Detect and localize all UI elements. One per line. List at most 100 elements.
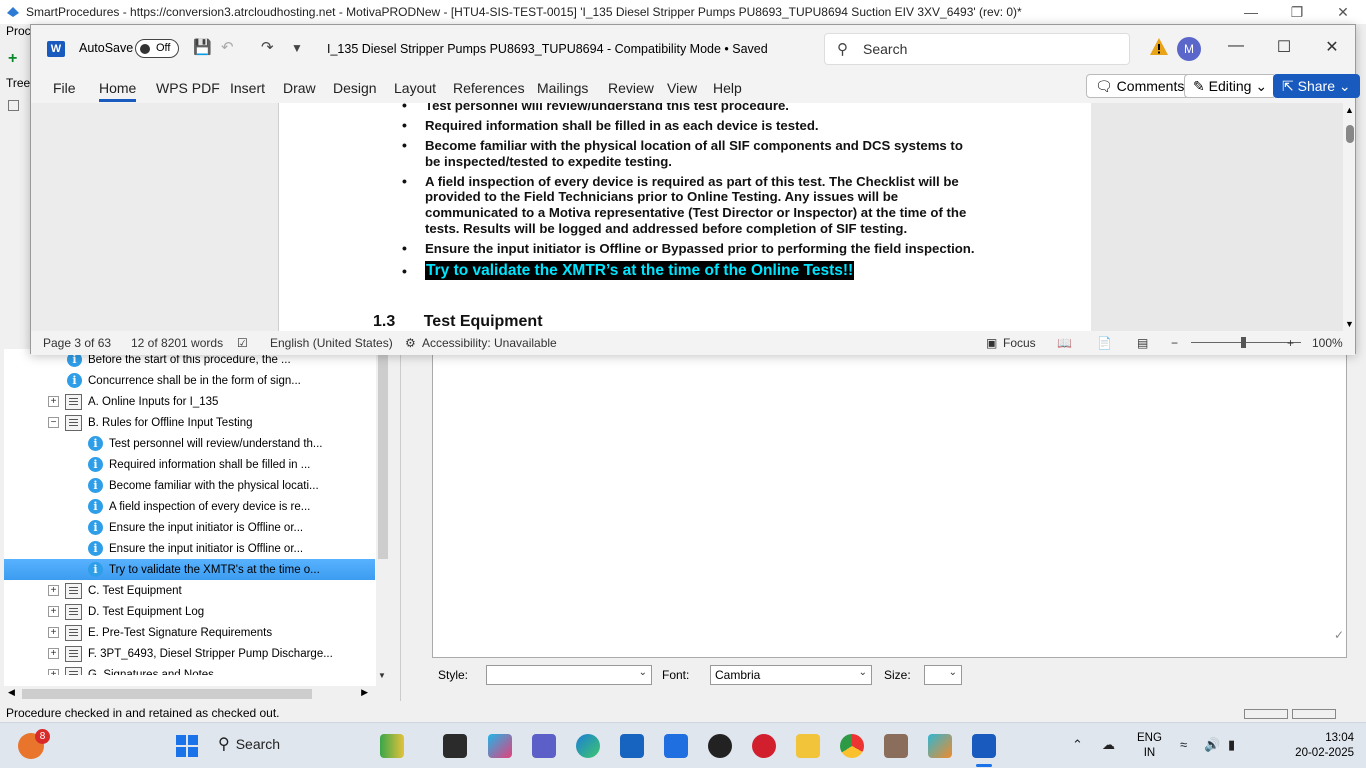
redo-icon[interactable]: ↷ xyxy=(261,38,274,56)
comments-button[interactable]: 🗨 Comments xyxy=(1086,74,1194,98)
share-button[interactable]: ⇱ Share ⌄ xyxy=(1273,74,1360,98)
file-explorer-icon[interactable] xyxy=(796,734,820,758)
document-scroll-thumb[interactable] xyxy=(1346,125,1354,143)
power-automate-icon[interactable] xyxy=(664,734,688,758)
word-taskbar-icon[interactable] xyxy=(972,734,996,767)
document-vertical-scrollbar[interactable]: ▲ ▼ xyxy=(1343,103,1355,331)
undo-icon[interactable]: ↶ xyxy=(221,38,234,56)
widgets-icon[interactable] xyxy=(380,734,404,758)
edge-icon[interactable] xyxy=(576,734,600,758)
tree-hscroll-thumb[interactable] xyxy=(22,689,312,699)
tab-view[interactable]: View xyxy=(667,80,697,96)
tab-design[interactable]: Design xyxy=(333,80,377,96)
tree-info-item[interactable]: i Ensure the input initiator is Offline o… xyxy=(4,517,375,538)
tree-section-item[interactable]: + D. Test Equipment Log xyxy=(4,601,375,622)
user-avatar[interactable]: M xyxy=(1177,37,1201,61)
tree-info-item[interactable]: i Concurrence shall be in the form of sig… xyxy=(4,370,375,391)
tree-horizontal-scrollbar[interactable]: ◀ ▶ xyxy=(4,687,372,701)
focus-mode-button[interactable]: Focus xyxy=(1003,336,1036,350)
tree-section-item[interactable]: + G. Signatures and Notes xyxy=(4,664,375,675)
tree-section-item[interactable]: + A. Online Inputs for I_135 xyxy=(4,391,375,412)
tree-scroll-thumb[interactable] xyxy=(378,349,388,559)
word-maximize-button[interactable]: ☐ xyxy=(1269,37,1299,57)
tab-home[interactable]: Home xyxy=(99,80,137,102)
tree-section-item[interactable]: + C. Test Equipment xyxy=(4,580,375,601)
tree-section-item[interactable]: − B. Rules for Offline Input Testing xyxy=(4,412,375,433)
document-title[interactable]: I_135 Diesel Stripper Pumps PU8693_TUPU8… xyxy=(327,42,768,56)
read-mode-icon[interactable]: 📖 xyxy=(1057,336,1072,350)
tab-wps-pdf[interactable]: WPS PDF xyxy=(156,80,220,96)
save-icon[interactable]: 💾 xyxy=(193,38,212,56)
add-icon[interactable]: + xyxy=(8,50,17,68)
expand-icon[interactable]: + xyxy=(48,669,59,675)
tab-mailings[interactable]: Mailings xyxy=(537,80,588,96)
language-indicator[interactable]: English (United States) xyxy=(270,336,393,350)
size-select[interactable]: ⌄ xyxy=(924,665,962,685)
dell-icon[interactable] xyxy=(708,734,732,758)
customize-toolbar-icon[interactable]: ▼ xyxy=(291,41,303,55)
word-minimize-button[interactable]: — xyxy=(1221,37,1251,55)
tree-info-item[interactable]: i Try to validate the XMTR's at the time … xyxy=(4,559,375,580)
tab-draw[interactable]: Draw xyxy=(283,80,316,96)
style-select[interactable]: ⌄ xyxy=(486,665,652,685)
tree-vertical-scrollbar[interactable]: ▼ xyxy=(376,349,390,686)
collapse-box-icon[interactable] xyxy=(8,100,19,111)
expand-icon[interactable]: + xyxy=(48,585,59,596)
scroll-left-arrow-icon[interactable]: ◀ xyxy=(8,687,15,698)
print-layout-icon[interactable]: 📄 xyxy=(1097,336,1112,350)
autosave-toggle[interactable]: Off xyxy=(135,39,179,58)
zoom-slider-knob[interactable] xyxy=(1241,337,1246,348)
tab-layout[interactable]: Layout xyxy=(394,80,436,96)
input-language[interactable]: ENG IN xyxy=(1137,731,1162,761)
font-select[interactable]: Cambria ⌄ xyxy=(710,665,872,685)
word-close-button[interactable]: ✕ xyxy=(1317,37,1347,57)
volume-icon[interactable]: 🔊 xyxy=(1204,737,1220,753)
rich-text-editor[interactable] xyxy=(432,352,1347,658)
web-layout-icon[interactable]: ▤ xyxy=(1137,336,1148,350)
tree-info-item[interactable]: i Ensure the input initiator is Offline o… xyxy=(4,538,375,559)
tree-section-item[interactable]: + F. 3PT_6493, Diesel Stripper Pump Disch… xyxy=(4,643,375,664)
tree-section-item[interactable]: + E. Pre-Test Signature Requirements xyxy=(4,622,375,643)
scroll-up-arrow-icon[interactable]: ▲ xyxy=(1345,105,1354,115)
editing-mode-button[interactable]: ✎ Editing ⌄ xyxy=(1184,74,1277,98)
zoom-out-icon[interactable]: − xyxy=(1171,336,1178,350)
scroll-down-arrow-icon[interactable]: ▼ xyxy=(1345,319,1354,329)
accessibility-status[interactable]: Accessibility: Unavailable xyxy=(422,336,557,350)
search-box[interactable]: ⚲ Search xyxy=(824,33,1130,65)
teams-icon[interactable] xyxy=(532,734,556,758)
bg-restore-button[interactable]: ❐ xyxy=(1274,4,1320,21)
tab-file[interactable]: File xyxy=(53,80,76,96)
resize-grip-icon[interactable]: ✓ xyxy=(1334,628,1344,642)
tab-review[interactable]: Review xyxy=(608,80,654,96)
taskbar-search[interactable]: ⚲ Search xyxy=(218,734,280,754)
show-hidden-icons-icon[interactable]: ⌃ xyxy=(1072,737,1083,753)
page-count[interactable]: Page 3 of 63 xyxy=(43,336,111,350)
battery-icon[interactable]: ▮ xyxy=(1228,737,1235,753)
tree-info-item[interactable]: i Test personnel will review/understand t… xyxy=(4,433,375,454)
windows-start-icon[interactable] xyxy=(176,735,198,757)
scroll-right-arrow-icon[interactable]: ▶ xyxy=(361,687,368,698)
tab-references[interactable]: References xyxy=(453,80,525,96)
copilot-icon[interactable] xyxy=(488,734,512,758)
system-clock[interactable]: 13:04 20-02-2025 xyxy=(1290,731,1354,761)
remote-desktop-icon[interactable] xyxy=(884,734,908,758)
tree-info-item[interactable]: i Become familiar with the physical locat… xyxy=(4,475,375,496)
document-page[interactable]: Test personnel will review/understand th… xyxy=(279,103,1091,331)
expand-icon[interactable]: + xyxy=(48,396,59,407)
word-count[interactable]: 12 of 8201 words xyxy=(131,336,223,350)
zoom-level[interactable]: 100% xyxy=(1312,336,1343,350)
expand-icon[interactable]: + xyxy=(48,606,59,617)
warning-icon[interactable] xyxy=(1149,37,1169,57)
tab-help[interactable]: Help xyxy=(713,80,742,96)
tab-insert[interactable]: Insert xyxy=(230,80,265,96)
bg-close-button[interactable]: ✕ xyxy=(1320,4,1366,21)
tree-info-item[interactable]: i A field inspection of every device is r… xyxy=(4,496,375,517)
wifi-icon[interactable]: ≈ xyxy=(1180,737,1187,752)
weather-widget-icon[interactable]: 8 xyxy=(18,729,50,759)
zoom-slider[interactable] xyxy=(1191,337,1301,348)
selected-text[interactable]: Try to validate the XMTR’s at the time o… xyxy=(425,260,855,280)
chrome-icon[interactable] xyxy=(840,734,864,758)
expand-icon[interactable]: + xyxy=(48,627,59,638)
expand-icon[interactable]: + xyxy=(48,648,59,659)
store-icon[interactable] xyxy=(620,734,644,758)
